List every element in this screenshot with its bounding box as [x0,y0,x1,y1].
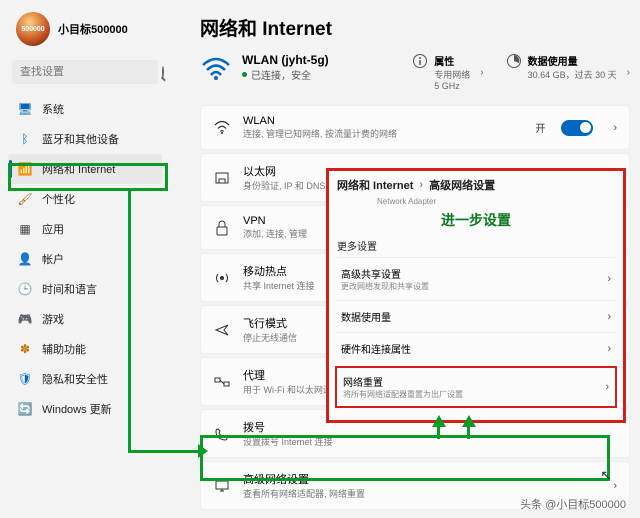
wifi-icon: 📶 [18,162,32,176]
arrow-line [437,427,440,439]
sidebar-item-time[interactable]: 🕒时间和语言 [8,274,162,304]
monitor-icon: 🖥 [18,102,32,116]
person-icon: 👤 [18,252,32,266]
chevron-right-icon: › [627,67,630,78]
monitor-icon [213,477,231,495]
sidebar-item-network[interactable]: 📶网络和 Internet [8,154,162,184]
airplane-icon [213,321,231,339]
arrow-head-icon [198,444,208,458]
avatar: 500000 [16,12,50,46]
ethernet-icon [213,169,231,187]
info-icon [412,53,428,69]
overlay-item-reset[interactable]: 网络重置将所有网络适配器重置为出厂设置 › [335,366,617,408]
chevron-right-icon: › [605,381,609,393]
breadcrumb-parent[interactable]: 网络和 Internet [337,177,413,193]
sidebar-item-update[interactable]: 🔄Windows 更新 [8,394,162,424]
phone-icon [213,425,231,443]
wifi-large-icon [200,53,232,85]
chevron-right-icon: › [613,480,617,492]
chevron-right-icon: › [607,273,611,285]
sidebar-item-accessibility[interactable]: ✽辅助功能 [8,334,162,364]
sidebar-item-account[interactable]: 👤帐户 [8,244,162,274]
wifi-icon [213,119,231,137]
lock-icon [213,219,231,237]
network-hero: WLAN (jyht-5g) 已连接，安全 属性专用网络 5 GHz › 数据使… [200,53,630,91]
clock-icon: 🕒 [18,282,32,296]
sidebar-item-gaming[interactable]: 🎮游戏 [8,304,162,334]
sidebar-item-bluetooth[interactable]: ᛒ蓝牙和其他设备 [8,124,162,154]
arrow-line [128,450,200,453]
sidebar-search[interactable] [12,60,158,84]
cursor-icon: ↖ [600,467,612,484]
chevron-right-icon: › [607,343,611,355]
update-icon: 🔄 [18,402,32,416]
wlan-toggle[interactable] [561,120,593,136]
arrow-line [128,190,131,450]
chevron-right-icon: › [607,311,611,323]
annotation-text: 进一步设置 [337,210,615,230]
gamepad-icon: 🎮 [18,312,32,326]
sidebar-item-system[interactable]: 🖥系统 [8,94,162,124]
wifi-name: WLAN (jyht-5g) [242,53,402,67]
overlay-advanced-settings: 网络和 Internet › 高级网络设置 Network Adapter 进一… [326,168,626,423]
breadcrumb-current: 高级网络设置 [429,177,495,193]
profile-name: 小目标500000 [58,21,128,37]
chevron-right-icon: › [480,67,483,78]
sidebar-item-personalize[interactable]: 🖌个性化 [8,184,162,214]
overlay-item-sharing[interactable]: 高级共享设置更改网络发现和共享设置 › [337,257,615,300]
arrow-head-icon [432,415,446,427]
watermark: 头条 @小目标500000 [520,496,626,512]
arrow-head-icon [462,415,476,427]
card-wlan[interactable]: WLAN连接, 管理已知网络, 按流量计费的网络 开 › [200,105,630,150]
sidebar-item-apps[interactable]: ▦应用 [8,214,162,244]
accessibility-icon: ✽ [18,342,32,356]
overlay-item-hardware[interactable]: 硬件和连接属性 › [337,332,615,364]
chevron-right-icon: › [419,179,423,191]
page-title: 网络和 Internet [200,14,630,41]
wifi-status: 已连接，安全 [251,67,311,82]
prop-data-usage[interactable]: 数据使用量30.64 GB，过去 30 天 › [506,53,630,91]
search-input[interactable] [20,66,162,78]
overlay-item-data[interactable]: 数据使用量 › [337,300,615,332]
bluetooth-icon: ᛒ [18,132,32,146]
brush-icon: 🖌 [18,192,32,206]
apps-icon: ▦ [18,222,32,236]
prop-properties[interactable]: 属性专用网络 5 GHz › [412,53,483,91]
sidebar-item-privacy[interactable]: 🛡隐私和安全性 [8,364,162,394]
profile-block[interactable]: 500000 小目标500000 [8,8,162,50]
proxy-icon [213,373,231,391]
status-dot-icon [242,72,247,77]
adapter-label: Network Adapter [377,197,615,206]
hotspot-icon [213,269,231,287]
search-icon [162,66,164,78]
arrow-line [467,427,470,439]
section-header: 更多设置 [337,238,615,253]
breadcrumb: 网络和 Internet › 高级网络设置 [337,177,615,193]
shield-icon: 🛡 [18,372,32,386]
sidebar: 500000 小目标500000 🖥系统 ᛒ蓝牙和其他设备 📶网络和 Inter… [0,0,170,518]
data-icon [506,53,522,69]
chevron-right-icon: › [613,122,617,134]
